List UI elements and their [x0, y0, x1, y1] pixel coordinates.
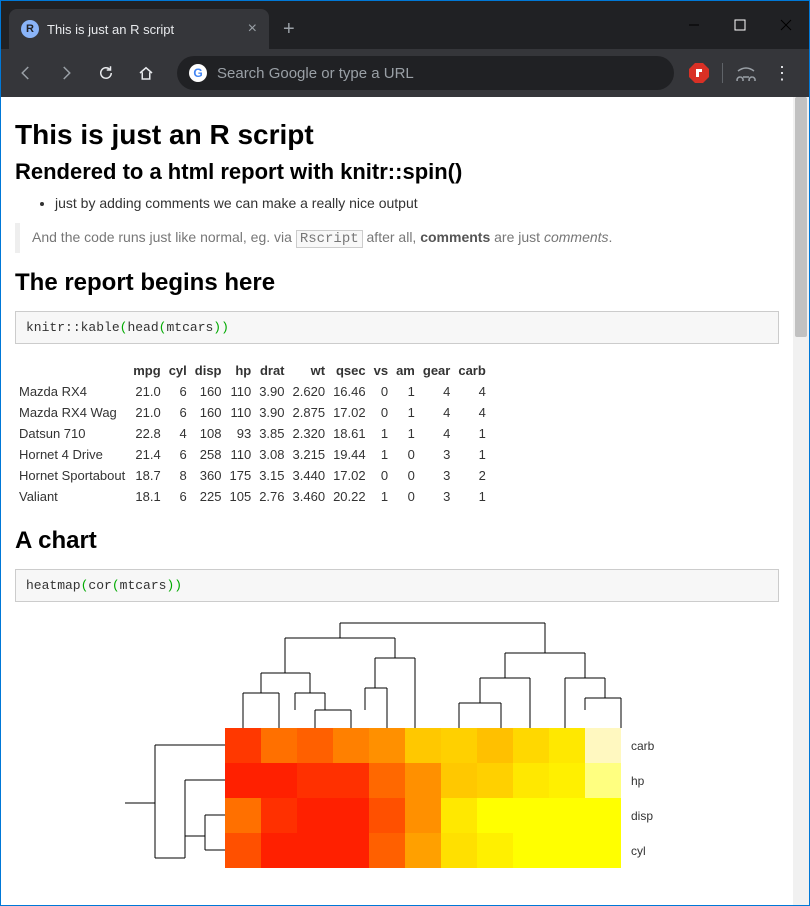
heatmap-cell	[405, 798, 441, 833]
vertical-scrollbar[interactable]	[793, 97, 809, 905]
heatmap-cell	[405, 728, 441, 763]
adblock-extension-icon[interactable]	[688, 62, 710, 84]
heatmap-cell	[549, 763, 585, 798]
table-header: disp	[191, 360, 226, 381]
reload-button[interactable]	[89, 56, 123, 90]
heatmap-cell	[549, 728, 585, 763]
doc-bullet: just by adding comments we can make a re…	[55, 195, 779, 211]
table-header: drat	[255, 360, 288, 381]
heatmap-cell	[441, 763, 477, 798]
tab-title: This is just an R script	[47, 22, 240, 37]
heatmap-cell	[261, 763, 297, 798]
heatmap-cell	[225, 728, 261, 763]
heatmap-cell	[513, 798, 549, 833]
window-maximize-button[interactable]	[717, 5, 763, 45]
incognito-icon[interactable]	[735, 62, 757, 84]
table-header: mpg	[129, 360, 164, 381]
table-header: am	[392, 360, 419, 381]
table-header	[15, 360, 129, 381]
heatmap-cell	[513, 763, 549, 798]
tab-close-icon[interactable]: ×	[248, 20, 257, 38]
table-header: qsec	[329, 360, 370, 381]
table-row: Mazda RX4 Wag21.061601103.902.87517.0201…	[15, 402, 490, 423]
page-content: This is just an R script Rendered to a h…	[1, 97, 793, 905]
window-close-button[interactable]	[763, 5, 809, 45]
forward-button[interactable]	[49, 56, 83, 90]
heatmap-cell	[585, 798, 621, 833]
table-header: cyl	[165, 360, 191, 381]
table-header: vs	[370, 360, 392, 381]
heatmap-cell	[333, 763, 369, 798]
heatmap-cell	[549, 798, 585, 833]
doc-subtitle: Rendered to a html report with knitr::sp…	[15, 159, 779, 185]
heatmap-cell	[261, 798, 297, 833]
heatmap-cell	[369, 833, 405, 868]
table-row: Hornet Sportabout18.783601753.153.44017.…	[15, 465, 490, 486]
heatmap-cell	[477, 798, 513, 833]
code-block-heatmap: heatmap(cor(mtcars))	[15, 569, 779, 602]
heatmap-cell	[297, 798, 333, 833]
dendrogram-top	[225, 618, 625, 728]
heatmap-cell	[225, 763, 261, 798]
heatmap-cell	[333, 833, 369, 868]
table-row: Datsun 71022.84108933.852.32018.611141	[15, 423, 490, 444]
heatmap-chart: carbhpdispcyl	[95, 618, 779, 878]
heatmap-cell	[513, 728, 549, 763]
heatmap-cell	[297, 763, 333, 798]
heatmap-cell	[261, 728, 297, 763]
heatmap-cell	[369, 763, 405, 798]
heatmap-cell	[297, 833, 333, 868]
table-header: gear	[419, 360, 454, 381]
google-icon: G	[189, 64, 207, 82]
table-header: carb	[454, 360, 489, 381]
heatmap-cell	[477, 833, 513, 868]
tab-favicon: R	[21, 20, 39, 38]
table-row: Valiant18.162251052.763.46020.221031	[15, 486, 490, 507]
section-chart: A chart	[15, 527, 779, 555]
table-row: Mazda RX421.061601103.902.62016.460144	[15, 381, 490, 402]
heatmap-cell	[477, 728, 513, 763]
doc-title: This is just an R script	[15, 119, 779, 151]
heatmap-cell	[513, 833, 549, 868]
heatmap-cell	[441, 728, 477, 763]
heatmap-cell	[549, 833, 585, 868]
heatmap-cell	[441, 833, 477, 868]
heatmap-cell	[225, 798, 261, 833]
table-row: Hornet 4 Drive21.462581103.083.21519.441…	[15, 444, 490, 465]
heatmap-cell	[585, 833, 621, 868]
home-button[interactable]	[129, 56, 163, 90]
table-header: hp	[226, 360, 256, 381]
heatmap-cell	[369, 798, 405, 833]
browser-tab[interactable]: R This is just an R script ×	[9, 9, 269, 49]
heatmap-row-labels: carbhpdispcyl	[625, 728, 654, 868]
heatmap-cell	[261, 833, 297, 868]
omnibox-placeholder: Search Google or type a URL	[217, 65, 414, 82]
mtcars-table: mpgcyldisphpdratwtqsecvsamgearcarb Mazda…	[15, 360, 490, 507]
heatmap-cell	[225, 833, 261, 868]
scrollbar-thumb[interactable]	[795, 97, 807, 337]
window-minimize-button[interactable]	[671, 5, 717, 45]
dendrogram-left	[95, 728, 225, 868]
heatmap-cell	[585, 728, 621, 763]
heatmap-cell	[369, 728, 405, 763]
heatmap-cell	[297, 728, 333, 763]
section-report-begins: The report begins here	[15, 269, 779, 297]
toolbar-divider	[722, 63, 723, 83]
heatmap-cell	[333, 728, 369, 763]
heatmap-cell	[405, 833, 441, 868]
table-header: wt	[289, 360, 330, 381]
new-tab-button[interactable]: +	[269, 9, 309, 49]
browser-menu-button[interactable]: ⋮	[763, 63, 801, 84]
heatmap-cell	[585, 763, 621, 798]
heatmap-cell	[477, 763, 513, 798]
browser-toolbar: G Search Google or type a URL ⋮	[1, 49, 809, 97]
back-button[interactable]	[9, 56, 43, 90]
address-bar[interactable]: G Search Google or type a URL	[177, 56, 674, 90]
heatmap-cell	[333, 798, 369, 833]
code-block-kable: knitr::kable(head(mtcars))	[15, 311, 779, 344]
heatmap-cell	[405, 763, 441, 798]
browser-titlebar: R This is just an R script × +	[1, 1, 809, 49]
doc-blockquote: And the code runs just like normal, eg. …	[15, 223, 779, 253]
heatmap-cell	[441, 798, 477, 833]
